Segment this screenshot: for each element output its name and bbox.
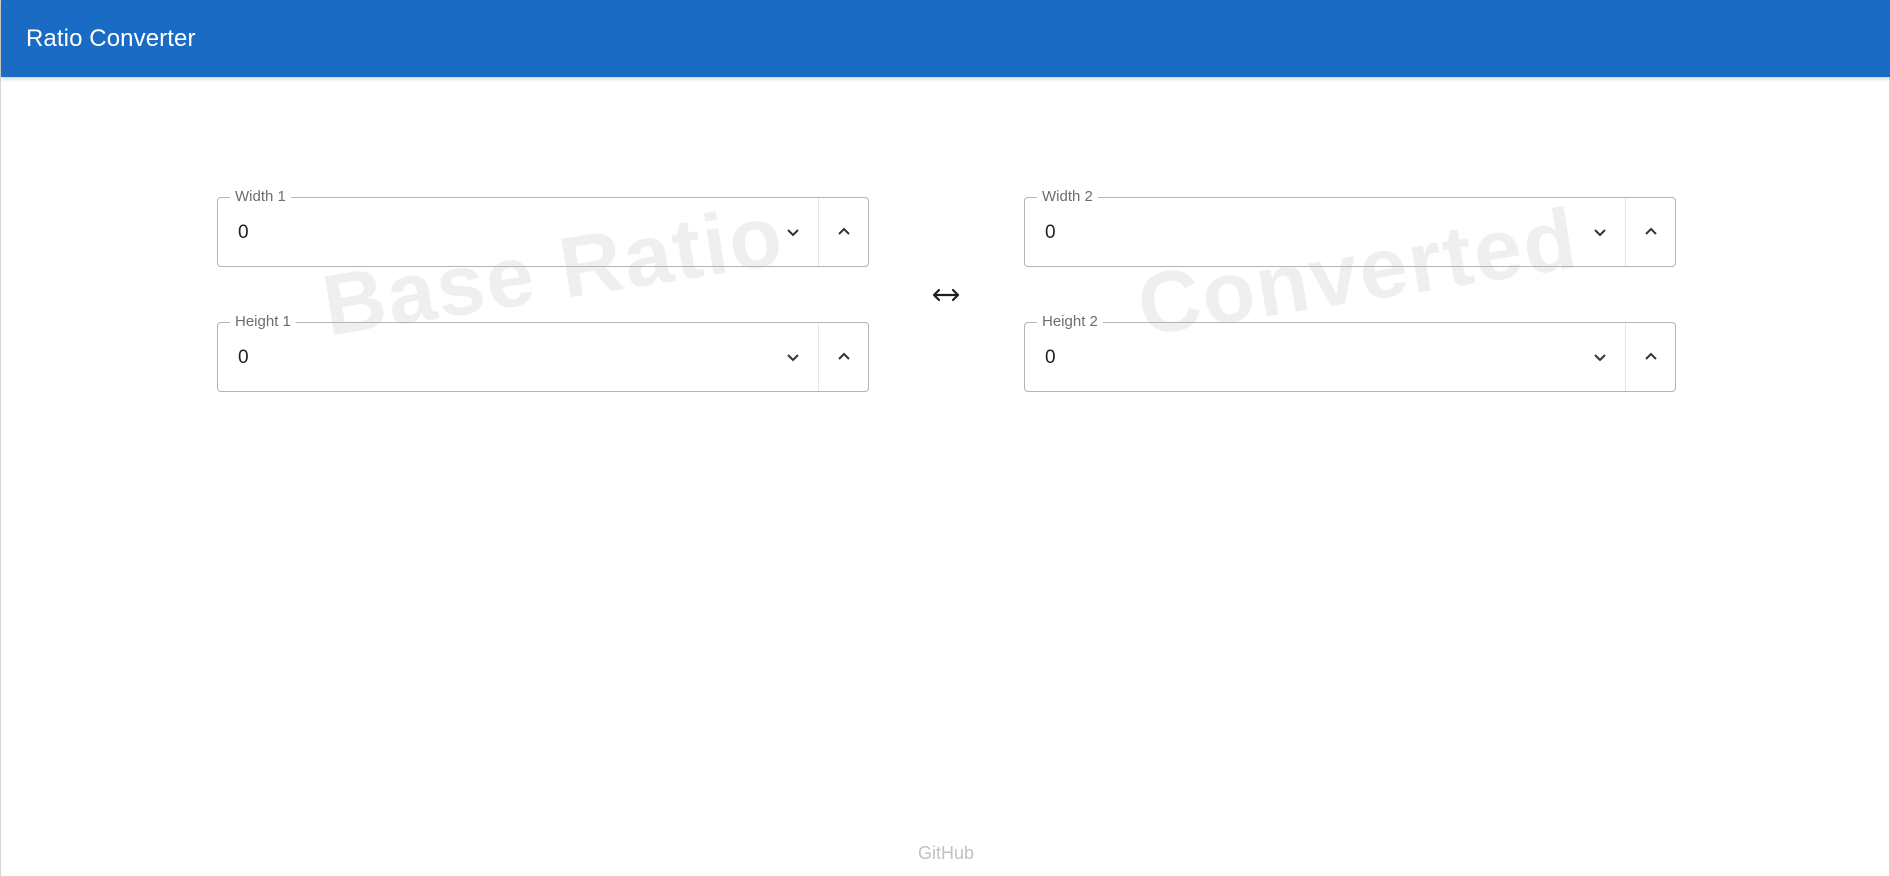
- width-2-decrement-button[interactable]: [1575, 198, 1625, 266]
- chevron-down-icon: [787, 354, 799, 362]
- width-1-input[interactable]: [238, 198, 693, 268]
- chevron-down-icon: [1594, 354, 1606, 362]
- chevron-up-icon: [1644, 352, 1657, 360]
- app-bar: Ratio Converter: [1, 0, 1890, 77]
- left-right-arrow-icon: [932, 288, 960, 302]
- width-1-increment-button[interactable]: [818, 198, 868, 266]
- github-link[interactable]: GitHub: [918, 843, 974, 863]
- height-1-input[interactable]: [238, 323, 693, 393]
- height-2-field[interactable]: Height 2: [1024, 313, 1676, 393]
- height-2-input[interactable]: [1045, 323, 1500, 393]
- width-1-decrement-button[interactable]: [768, 198, 818, 266]
- height-1-decrement-button[interactable]: [768, 323, 818, 391]
- height-1-increment-button[interactable]: [818, 323, 868, 391]
- width-2-field[interactable]: Width 2: [1024, 188, 1676, 268]
- chevron-down-icon: [787, 229, 799, 237]
- height-2-increment-button[interactable]: [1625, 323, 1675, 391]
- height-2-decrement-button[interactable]: [1575, 323, 1625, 391]
- swap-arrow: [931, 280, 961, 310]
- chevron-down-icon: [1594, 229, 1606, 237]
- page: Ratio Converter Base Ratio Converted Wid…: [0, 0, 1890, 876]
- width-2-increment-button[interactable]: [1625, 198, 1675, 266]
- chevron-up-icon: [837, 227, 850, 235]
- app-title: Ratio Converter: [26, 24, 196, 52]
- footer: GitHub: [1, 843, 1890, 864]
- width-2-input[interactable]: [1045, 198, 1500, 268]
- chevron-up-icon: [837, 352, 850, 360]
- width-1-field[interactable]: Width 1: [217, 188, 869, 268]
- chevron-up-icon: [1644, 227, 1657, 235]
- height-1-field[interactable]: Height 1: [217, 313, 869, 393]
